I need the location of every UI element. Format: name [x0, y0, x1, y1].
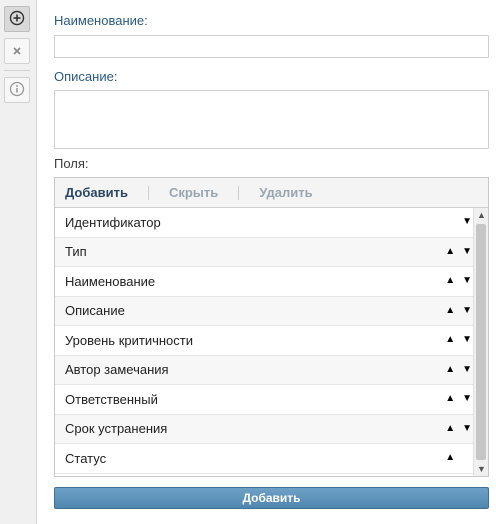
field-row-label: Описание — [65, 303, 125, 319]
move-up-icon[interactable]: ▲ — [445, 276, 455, 286]
reorder-controls: ▲▼ — [445, 394, 474, 404]
scroll-up-icon[interactable]: ▲ — [474, 208, 489, 222]
field-row-label: Ответственный — [65, 391, 158, 407]
description-label: Описание: — [54, 69, 118, 84]
move-up-icon[interactable]: ▲ — [445, 394, 455, 404]
field-row[interactable]: Ответственный ▲ ▼ — [55, 385, 474, 415]
move-down-icon[interactable]: ▼ — [462, 246, 472, 257]
reorder-controls: ▲▼ — [445, 217, 474, 227]
move-up-icon[interactable]: ▲ — [445, 423, 455, 434]
fields-scrollbar[interactable]: ▲ ▼ — [473, 208, 488, 476]
submit-add-button[interactable]: Добавить — [54, 487, 489, 509]
move-down-icon[interactable]: ▼ — [462, 423, 472, 434]
reorder-controls: ▲▼ — [445, 423, 474, 434]
move-down-icon[interactable]: ▼ — [462, 305, 472, 316]
scroll-down-icon[interactable]: ▼ — [474, 462, 489, 476]
field-row-label: Статус — [65, 450, 107, 466]
field-row-label: Автор замечания — [65, 362, 169, 378]
reorder-controls: ▲▼ — [445, 246, 474, 257]
field-row-label: Идентификатор — [65, 214, 161, 230]
field-row-label: Тип — [65, 244, 87, 260]
fields-label: Поля: — [54, 156, 89, 171]
reorder-controls: ▲▼ — [445, 364, 474, 375]
move-down-icon[interactable]: ▼ — [462, 217, 472, 227]
description-textarea[interactable] — [54, 90, 489, 149]
move-down-icon[interactable]: ▼ — [462, 335, 472, 345]
toolbar-separator — [147, 185, 149, 200]
toolbar-separator — [238, 185, 240, 200]
close-icon — [12, 44, 22, 59]
reorder-controls: ▲▼ — [445, 276, 474, 286]
info-icon — [9, 81, 25, 100]
name-label: Наименование: — [54, 13, 148, 28]
field-row[interactable]: Тип ▲ ▼ — [55, 237, 474, 267]
fields-panel: Добавить Скрыть Удалить Идентификатор▲▼Т… — [54, 177, 489, 477]
add-circle-icon — [9, 10, 25, 29]
move-up-icon[interactable]: ▲ — [445, 453, 455, 463]
field-row[interactable]: Статус ▲▼ — [55, 444, 474, 474]
toolbar-divider — [4, 70, 30, 71]
move-up-icon[interactable]: ▲ — [445, 246, 455, 257]
field-row[interactable]: Автор замечания ▲ ▼ — [55, 355, 474, 385]
scroll-thumb[interactable] — [476, 224, 486, 460]
fields-toolbar: Добавить Скрыть Удалить — [55, 178, 488, 208]
add-field-button[interactable]: Добавить — [55, 185, 138, 200]
field-row[interactable]: Срок устранения ▲ ▼ — [55, 414, 474, 444]
hide-field-button[interactable]: Скрыть — [159, 185, 228, 200]
name-input[interactable] — [54, 35, 489, 58]
add-button[interactable] — [4, 6, 30, 32]
move-up-icon[interactable]: ▲ — [445, 364, 455, 375]
move-up-icon[interactable]: ▲ — [445, 305, 455, 316]
field-row[interactable]: Уровень критичности ▲ ▼ — [55, 326, 474, 356]
reorder-controls: ▲▼ — [445, 453, 474, 463]
field-row[interactable]: Идентификатор ▲▼ — [55, 208, 474, 238]
close-button[interactable] — [4, 38, 30, 64]
left-toolbar — [0, 0, 37, 524]
reorder-controls: ▲▼ — [445, 335, 474, 345]
move-down-icon[interactable]: ▼ — [462, 394, 472, 404]
fields-list: Идентификатор▲▼Тип▲▼Наименование▲▼Описан… — [55, 208, 474, 476]
field-row-label: Уровень критичности — [65, 332, 193, 348]
move-down-icon[interactable]: ▼ — [462, 276, 472, 286]
move-down-icon[interactable]: ▼ — [462, 364, 472, 375]
delete-field-button[interactable]: Удалить — [249, 185, 322, 200]
field-row-label: Наименование — [65, 273, 156, 289]
field-row[interactable]: Описание ▲ ▼ — [55, 296, 474, 326]
move-up-icon[interactable]: ▲ — [445, 335, 455, 345]
field-row-label: Срок устранения — [65, 421, 168, 437]
info-button[interactable] — [4, 77, 30, 103]
field-row[interactable]: Наименование ▲ ▼ — [55, 267, 474, 297]
reorder-controls: ▲▼ — [445, 305, 474, 316]
